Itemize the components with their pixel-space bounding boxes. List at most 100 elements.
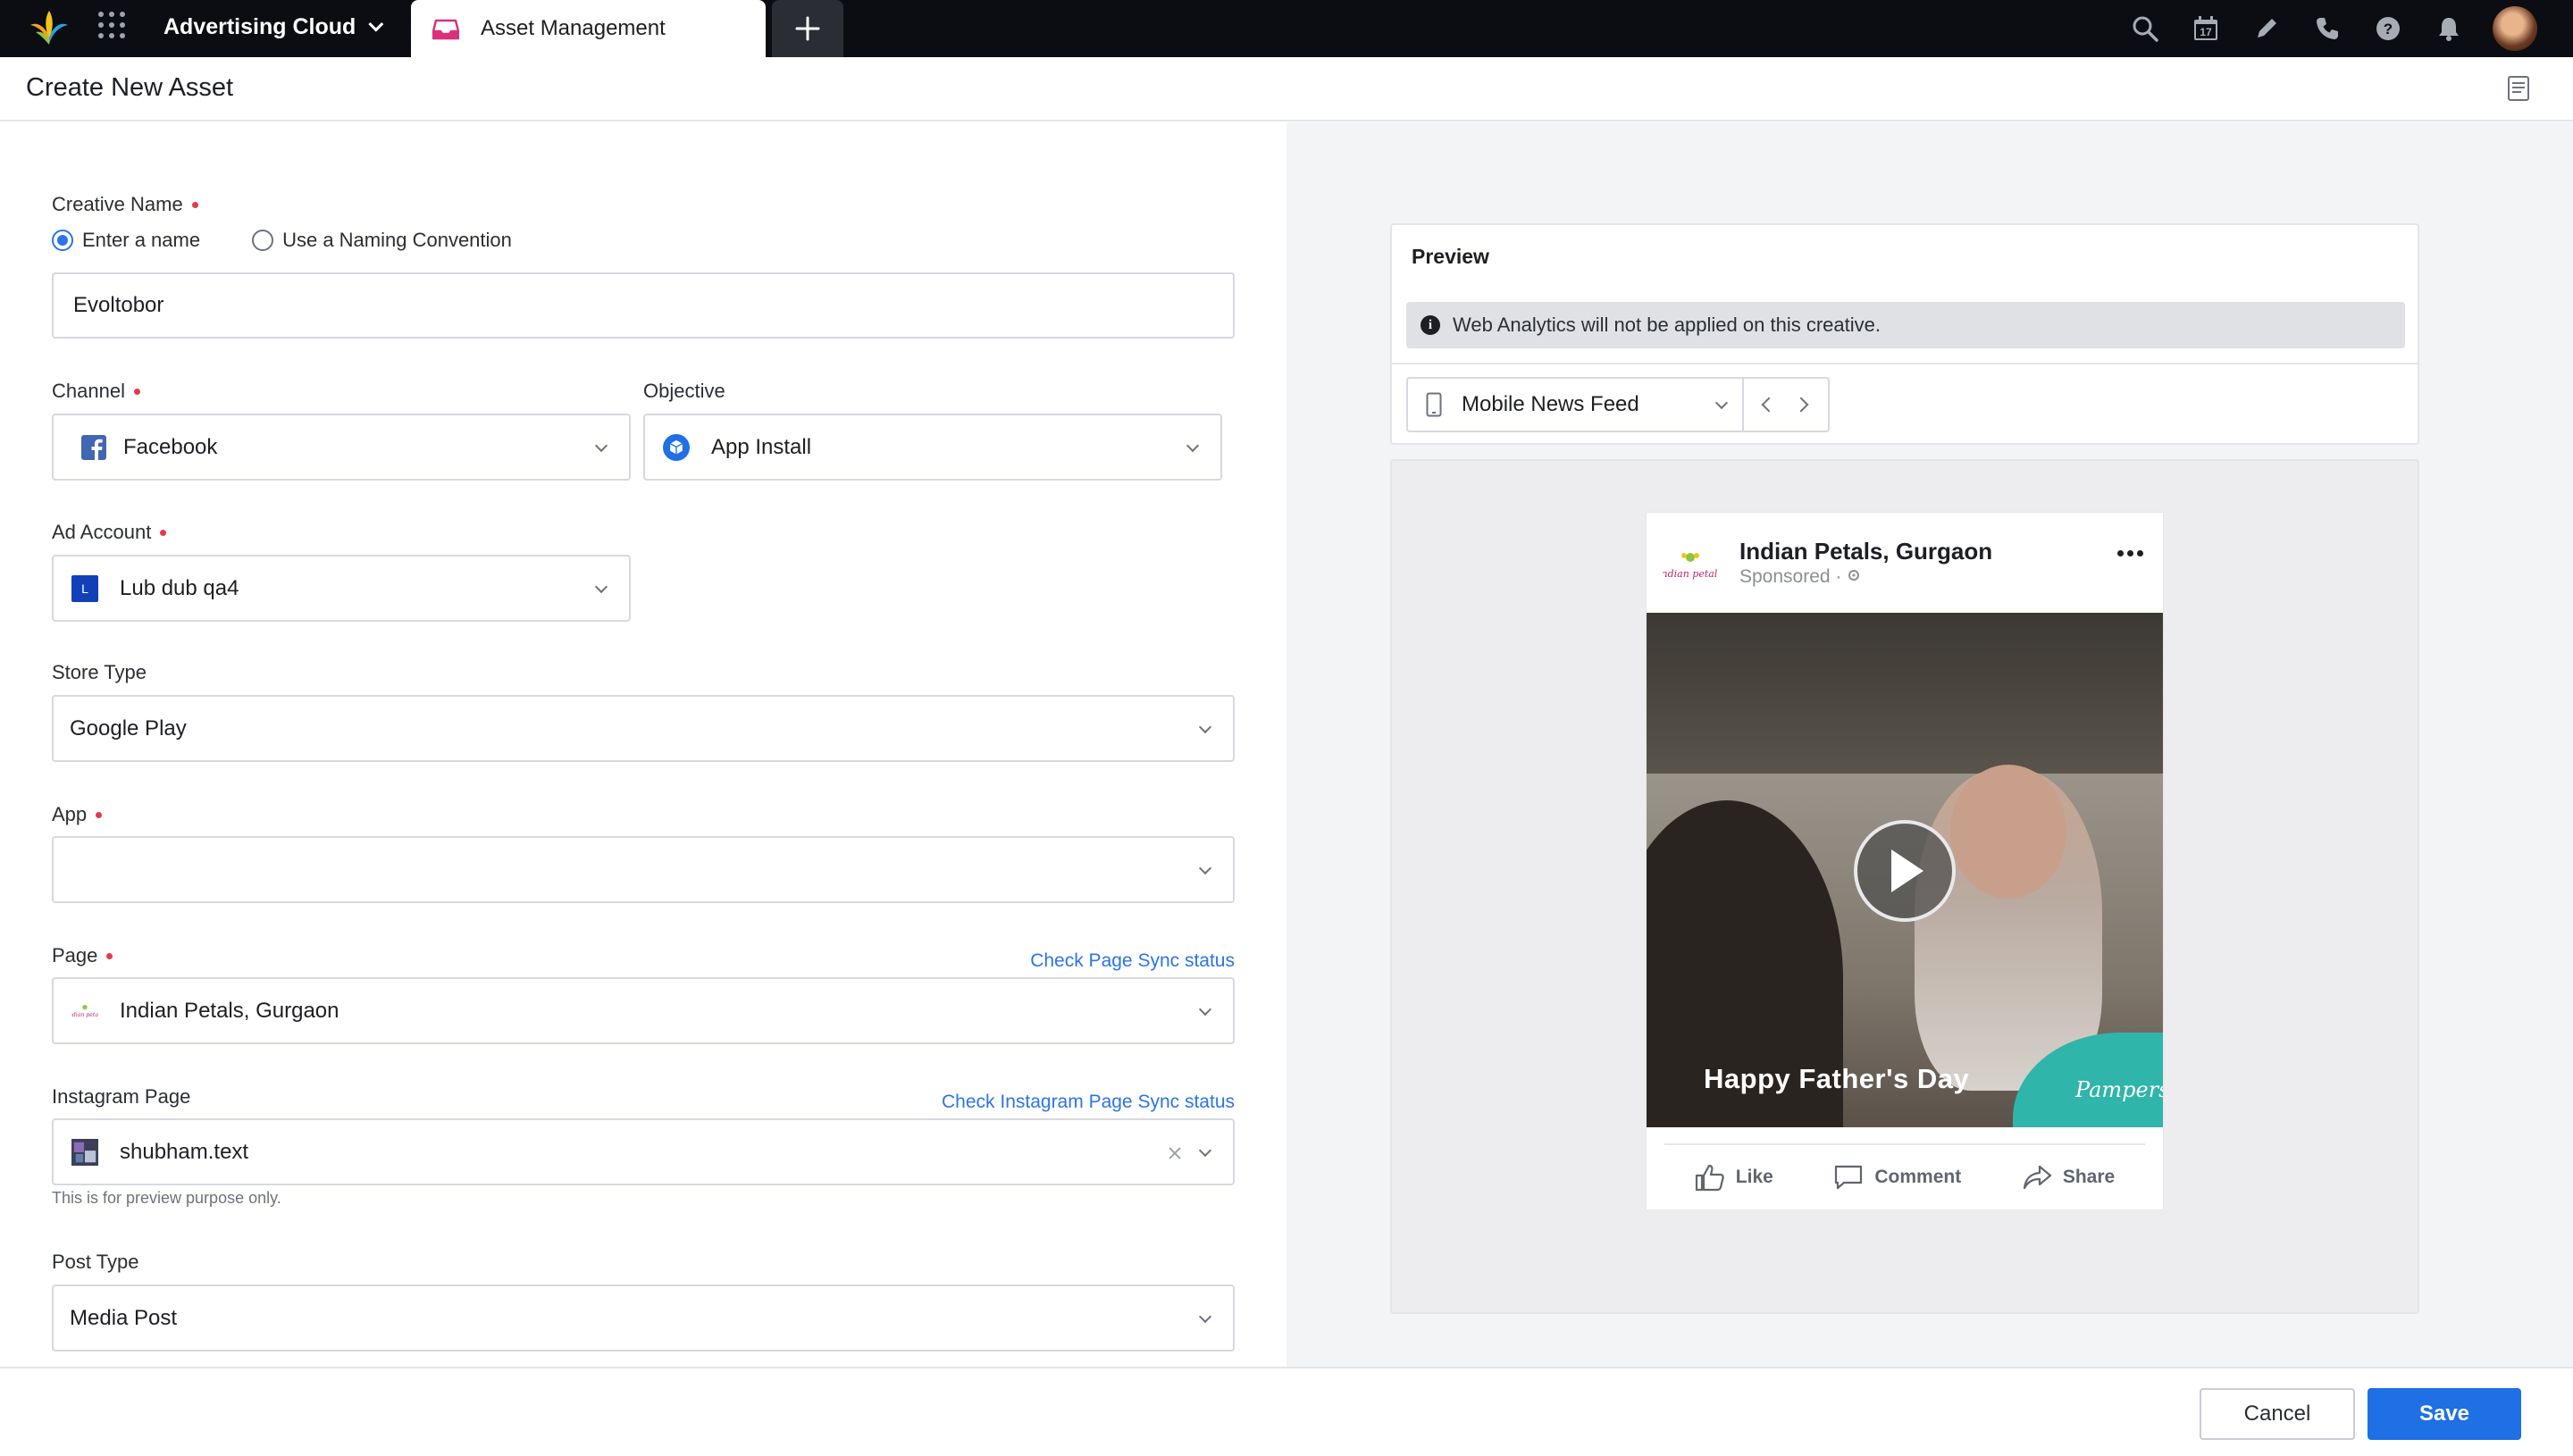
calendar-icon[interactable]: 17 [2191,13,2221,44]
sponsored-label: Sponsored · [1739,566,1861,588]
post-type-select[interactable]: Media Post [52,1284,1235,1351]
product-switcher[interactable]: Advertising Cloud [163,9,384,45]
info-icon: i [1421,315,1440,335]
chevron-right-icon[interactable] [1793,397,1809,413]
creative-name-input[interactable]: Evoltobor [52,272,1235,339]
app-select[interactable] [52,836,1235,903]
chevron-down-icon [1198,861,1212,874]
tab-asset-management[interactable]: Asset Management [411,0,766,57]
radio-unchecked-icon [252,230,274,251]
user-avatar[interactable] [2493,6,2537,51]
creative-name-label: Creative Name [52,193,198,216]
preview-title: Preview [1412,245,1489,268]
chevron-down-icon [368,16,384,32]
label-text: App [52,803,88,825]
label-text: Post Type [52,1251,139,1273]
help-icon[interactable]: ? [2373,13,2403,44]
post-page-name[interactable]: Indian Petals, Gurgaon [1739,538,1992,565]
like-label: Like [1735,1167,1773,1187]
video-frame-background [1647,613,2163,791]
sprinklr-logo-icon[interactable] [29,9,70,46]
share-button[interactable]: Share [2022,1163,2115,1192]
check-page-sync-link[interactable]: Check Page Sync status [1030,950,1235,972]
notice-text: Web Analytics will not be applied on thi… [1453,314,1881,336]
bell-icon[interactable] [2434,13,2464,44]
page-select[interactable]: indian petals Indian Petals, Gurgaon [52,977,1235,1044]
chevron-down-icon [1186,439,1200,452]
page-avatar-icon: indian petals [71,998,98,1025]
chevron-down-icon [594,439,608,452]
creative-name-mode: Enter a name Use a Naming Convention [52,229,564,252]
web-analytics-notice: i Web Analytics will not be applied on t… [1406,302,2405,348]
channel-select[interactable]: Facebook [52,414,631,481]
objective-value: App Install [711,434,812,459]
channel-label: Channel [52,380,140,403]
instagram-page-select[interactable]: shubham.text [52,1118,1235,1185]
radio-naming-convention[interactable]: Use a Naming Convention [252,229,512,252]
store-type-select[interactable]: Google Play [52,695,1235,762]
required-dot [191,201,198,208]
radio-label: Enter a name [82,229,201,251]
account-badge-icon: L [71,574,98,602]
page-value: Indian Petals, Gurgaon [120,998,339,1023]
play-button[interactable] [1854,820,1956,922]
top-navigation-bar: Advertising Cloud Asset Management 17 ? [0,0,2573,57]
share-label: Share [2062,1167,2116,1187]
placement-select[interactable]: Mobile News Feed [1406,377,1744,432]
chevron-down-icon [1198,1002,1212,1016]
facebook-icon [80,434,107,461]
label-text: Ad Account [52,521,152,543]
ad-account-select[interactable]: L Lub dub qa4 [52,555,631,622]
placement-navigation [1742,377,1830,432]
inbox-tray-icon [432,19,459,40]
chevron-down-icon [1714,396,1729,410]
label-text: Instagram Page [52,1085,191,1108]
divider [1392,363,2418,364]
video-frame-baby-head [1950,765,2066,899]
placement-value: Mobile News Feed [1462,392,1639,416]
chevron-left-icon[interactable] [1761,397,1777,413]
calendar-day: 17 [2200,26,2212,38]
comment-button[interactable]: Comment [1833,1163,1961,1192]
phone-icon[interactable] [2312,13,2343,44]
cancel-button[interactable]: Cancel [2200,1388,2355,1440]
search-icon[interactable] [2130,13,2160,44]
like-button[interactable]: Like [1695,1163,1773,1192]
objective-select[interactable]: App Install [643,414,1222,481]
chevron-down-icon [1198,720,1212,733]
post-video[interactable]: Pampers Happy Father's Day [1647,613,2163,1127]
svg-text:indian petals: indian petals [71,1012,98,1018]
plus-icon [795,16,820,41]
check-instagram-sync-link[interactable]: Check Instagram Page Sync status [942,1092,1235,1113]
facebook-post-preview: indian petals Indian Petals, Gurgaon Spo… [1647,513,2163,1209]
comment-icon [1835,1165,1863,1190]
more-options-icon[interactable] [2114,550,2143,556]
label-text: Creative Name [52,193,183,215]
sponsored-text: Sponsored · [1739,566,1848,587]
page-label: Page [52,944,113,967]
tab-label: Asset Management [481,16,666,40]
apps-grid-icon[interactable] [96,10,127,40]
objective-label: Objective [643,380,725,403]
document-list-icon[interactable] [2503,70,2532,105]
label-text: Channel [52,380,125,402]
thumbs-up-icon [1695,1164,1724,1192]
ad-account-label: Ad Account [52,521,167,544]
radio-enter-name[interactable]: Enter a name [52,229,200,252]
avatar-brand-text: indian petals [1663,568,1718,580]
instagram-avatar-icon [71,1138,98,1166]
add-tab-button[interactable] [772,0,843,57]
clear-icon[interactable] [1167,1145,1183,1161]
save-button[interactable]: Save [2368,1388,2521,1440]
chevron-down-icon [1198,1143,1212,1157]
app-label: App [52,803,103,826]
play-icon [1891,849,1923,892]
comment-label: Comment [1874,1167,1962,1187]
pencil-icon[interactable] [2251,13,2282,44]
preview-card: Preview i Web Analytics will not be appl… [1390,223,2419,445]
instagram-page-label: Instagram Page [52,1085,190,1109]
mobile-device-icon [1426,392,1442,417]
radio-label: Use a Naming Convention [282,229,512,251]
product-name: Advertising Cloud [163,13,356,39]
store-type-label: Store Type [52,661,147,684]
